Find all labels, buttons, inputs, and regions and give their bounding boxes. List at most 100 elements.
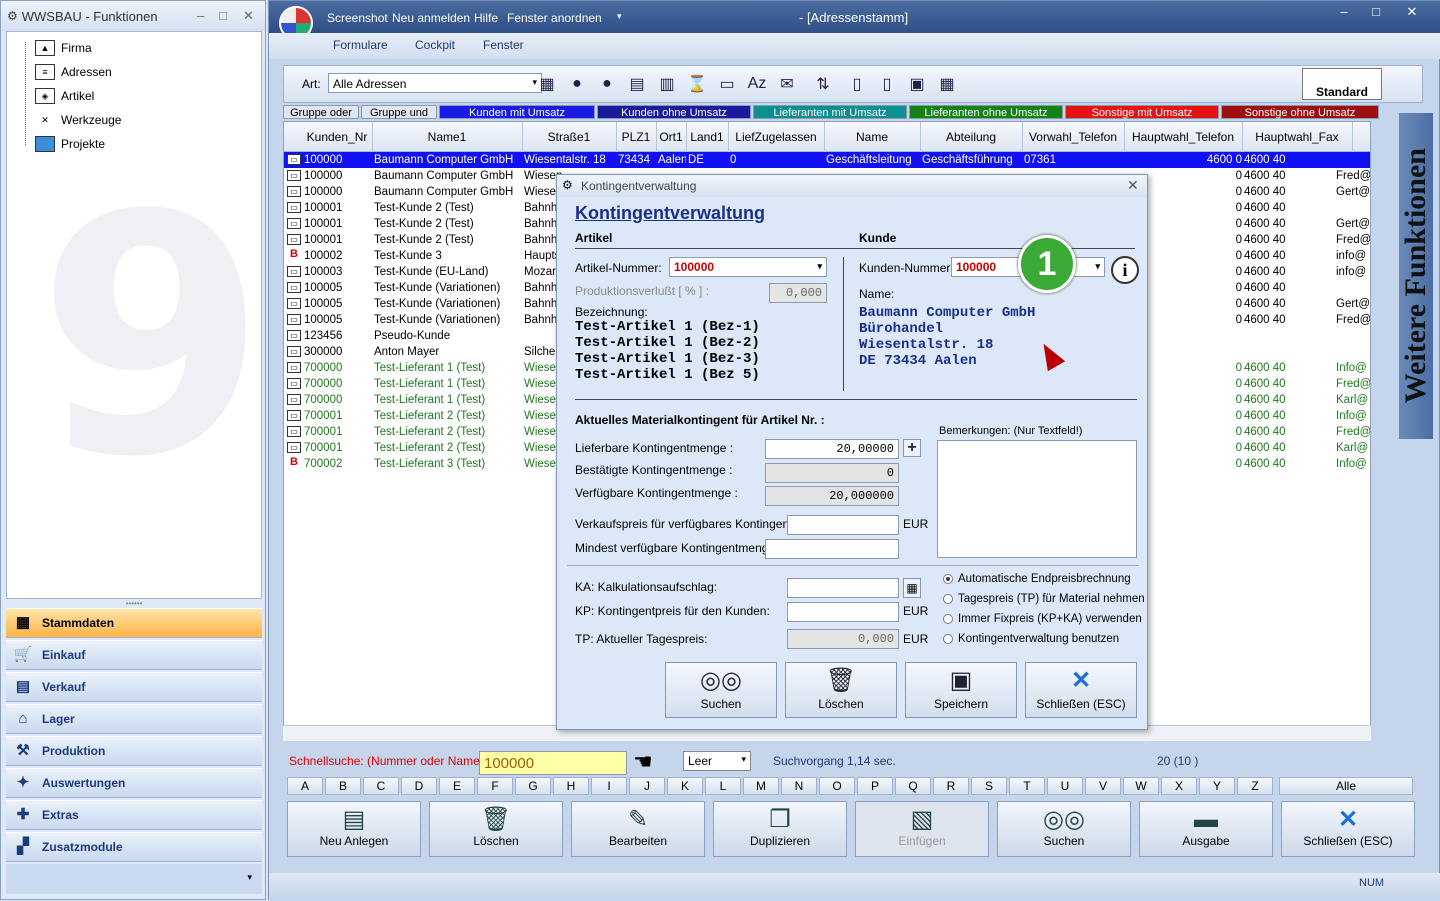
person-alt-icon[interactable]: ●	[596, 73, 618, 95]
quick-hilfe[interactable]: Hilfe	[474, 11, 498, 25]
column-header[interactable]: LiefZugelassen	[728, 130, 824, 144]
nav-zusatzmodule[interactable]: ▞ Zusatzmodule	[6, 832, 262, 862]
alpha-button[interactable]: M	[743, 777, 779, 795]
alpha-button-alle[interactable]: Alle	[1279, 777, 1413, 795]
alpha-button[interactable]: B	[325, 777, 361, 795]
alpha-button[interactable]: Z	[1237, 777, 1273, 795]
menu-cockpit[interactable]: Cockpit	[415, 38, 455, 52]
alpha-button[interactable]: K	[667, 777, 703, 795]
maximize-icon[interactable]: □	[1361, 4, 1391, 22]
menu-formulare[interactable]: Formulare	[333, 38, 388, 52]
alpha-button[interactable]: E	[439, 777, 475, 795]
close-icon[interactable]: ✕	[1127, 177, 1139, 194]
nav-auswertungen[interactable]: ✦ Auswertungen	[6, 768, 262, 798]
nav-overflow-chevron-icon[interactable]: ▾	[6, 864, 262, 894]
table-row[interactable]: ▭ 100000 Baumann Computer GmbH Wiesentalstr…	[284, 152, 1370, 168]
tree-item-firma[interactable]: ▲ Firma	[35, 40, 92, 56]
group-filter-button[interactable]: Lieferanten ohne Umsatz	[909, 105, 1063, 119]
quick-access-chevron-icon[interactable]: ▾	[617, 11, 622, 22]
dialog-suchen-button[interactable]: ◎◎ Suchen	[665, 662, 777, 718]
calendar-icon[interactable]: ▦	[536, 73, 558, 95]
nav-extras[interactable]: ✚ Extras	[6, 800, 262, 830]
alpha-button[interactable]: W	[1123, 777, 1159, 795]
hourglass-icon[interactable]: ⌛	[686, 73, 708, 95]
bottom-button[interactable]: 🗑 Löschen	[429, 801, 563, 857]
dialog-loeschen-button[interactable]: 🗑 Löschen	[785, 662, 897, 718]
grid-icon[interactable]: ▦	[936, 73, 958, 95]
person-icon[interactable]: ●	[566, 73, 588, 95]
artikel-nummer-select[interactable]: 100000 ▾	[669, 257, 827, 277]
column-header[interactable]: Name	[824, 130, 920, 144]
alpha-button[interactable]: J	[629, 777, 665, 795]
group-filter-button[interactable]: Sonstige ohne Umsatz	[1221, 105, 1379, 119]
minimize-icon[interactable]: –	[197, 8, 204, 23]
column-header[interactable]: Abteilung	[920, 130, 1022, 144]
hand-pointer-icon[interactable]: ☚	[633, 749, 653, 775]
bottom-button[interactable]: ◎◎ Suchen	[997, 801, 1131, 857]
weitere-funktionen-banner[interactable]: Weitere Funktionen	[1399, 113, 1433, 439]
menu-fenster[interactable]: Fenster	[483, 38, 524, 52]
alpha-button[interactable]: S	[971, 777, 1007, 795]
dialog-schliessen-button[interactable]: ✕ Schließen (ESC)	[1025, 662, 1137, 718]
alpha-button[interactable]: F	[477, 777, 513, 795]
alpha-button[interactable]: R	[933, 777, 969, 795]
alpha-button[interactable]: G	[515, 777, 551, 795]
sort-az-icon[interactable]: Az	[746, 73, 768, 95]
filter-select[interactable]: Leer ▾	[683, 751, 751, 771]
window-split-icon[interactable]: ▯	[876, 73, 898, 95]
column-header[interactable]: Vorwahl_Telefon	[1022, 130, 1124, 144]
radio-automatische-endpreisberechnung[interactable]: Automatische Endpreisbrechnung	[943, 573, 1131, 585]
group-filter-button[interactable]: Kunden ohne Umsatz	[597, 105, 751, 119]
group-filter-button[interactable]: Gruppe oder	[283, 105, 359, 119]
column-header[interactable]: Name1	[372, 130, 522, 144]
art-select[interactable]: Alle Adressen ▾	[328, 73, 542, 93]
calculator-icon[interactable]: ▦	[903, 578, 921, 598]
alpha-button[interactable]: A	[287, 777, 323, 795]
column-header[interactable]: PLZ1	[616, 130, 656, 144]
close-icon[interactable]: ✕	[1397, 4, 1427, 22]
alpha-button[interactable]: L	[705, 777, 741, 795]
minimize-icon[interactable]: –	[1329, 4, 1359, 22]
verkaufspreis-field[interactable]	[787, 515, 899, 535]
lieferbare-field[interactable]: 20,00000	[765, 439, 899, 459]
sort-icon[interactable]: ⇅	[812, 73, 834, 95]
alpha-button[interactable]: Y	[1199, 777, 1235, 795]
quick-neu-anmelden[interactable]: Neu anmelden	[392, 11, 470, 25]
column-header[interactable]: Kunden_Nr	[302, 130, 372, 144]
alpha-button[interactable]: I	[591, 777, 627, 795]
kp-field[interactable]	[787, 602, 899, 622]
document-icon[interactable]: ▤	[626, 73, 648, 95]
alpha-button[interactable]: X	[1161, 777, 1197, 795]
plus-icon[interactable]: +	[903, 439, 921, 457]
column-header[interactable]: Land1	[686, 130, 728, 144]
window-icon[interactable]: ▯	[846, 73, 868, 95]
nav-verkauf[interactable]: ▤ Verkauf	[6, 672, 262, 702]
splitter-handle[interactable]: ••••••	[6, 599, 262, 608]
alpha-button[interactable]: V	[1085, 777, 1121, 795]
nav-produktion[interactable]: ⚒ Produktion	[6, 736, 262, 766]
alpha-button[interactable]: T	[1009, 777, 1045, 795]
group-filter-button[interactable]: Sonstige mit Umsatz	[1065, 105, 1219, 119]
info-icon[interactable]: i	[1111, 256, 1139, 284]
alpha-button[interactable]: H	[553, 777, 589, 795]
maximize-icon[interactable]: □	[219, 8, 227, 23]
card-icon[interactable]: ▭	[716, 73, 738, 95]
tree-item-werkzeuge[interactable]: ✕ Werkzeuge	[35, 112, 121, 128]
alpha-button[interactable]: N	[781, 777, 817, 795]
alpha-button[interactable]: Q	[895, 777, 931, 795]
alpha-button[interactable]: O	[819, 777, 855, 795]
alpha-button[interactable]: C	[363, 777, 399, 795]
ka-field[interactable]	[787, 578, 899, 598]
tree-item-adressen[interactable]: ≡ Adressen	[35, 64, 112, 80]
bottom-button[interactable]: ▤ Neu Anlegen	[287, 801, 421, 857]
alpha-button[interactable]: D	[401, 777, 437, 795]
radio-fixpreis[interactable]: Immer Fixpreis (KP+KA) verwenden	[943, 613, 1142, 625]
mindest-field[interactable]	[765, 539, 899, 559]
quick-fenster-anordnen[interactable]: Fenster anordnen	[507, 11, 602, 25]
vertical-scrollbar[interactable]	[1370, 272, 1371, 741]
dialog-speichern-button[interactable]: ▣ Speichern	[905, 662, 1017, 718]
group-filter-button[interactable]: Kunden mit Umsatz	[439, 105, 595, 119]
column-header[interactable]: Hauptwahl_Telefon	[1124, 130, 1242, 144]
alpha-button[interactable]: P	[857, 777, 893, 795]
quick-screenshot[interactable]: Screenshot	[327, 11, 388, 25]
